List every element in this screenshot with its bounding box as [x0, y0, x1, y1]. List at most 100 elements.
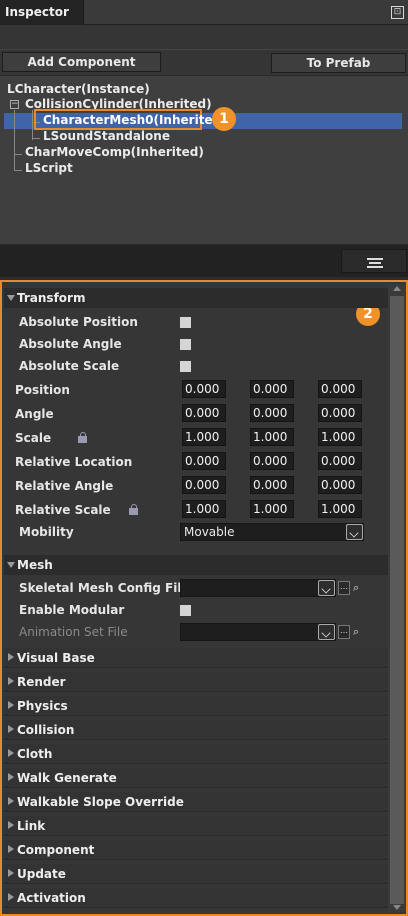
search-icon[interactable]: ⌕ [353, 625, 363, 639]
scale-label: Scale [15, 431, 52, 445]
section-title: Component [17, 843, 95, 857]
relative-angle-z-field[interactable]: 0.000 [318, 476, 362, 494]
relative-angle-y-field[interactable]: 0.000 [250, 476, 294, 494]
section-title: Activation [17, 891, 86, 905]
expand-arrow-icon [7, 562, 15, 568]
absolute-position-checkbox[interactable] [180, 317, 191, 328]
tree-guide-line [32, 138, 40, 139]
position-y-field[interactable]: 0.000 [250, 380, 294, 398]
section-title: Cloth [17, 747, 53, 761]
collapsed-arrow-icon [8, 869, 14, 877]
section-title: Mesh [17, 558, 53, 572]
pin-icon[interactable]: ⊡ [391, 6, 404, 19]
scale-z-field[interactable]: 1.000 [318, 428, 362, 446]
inspector-toolbar: Add Component To Prefab [0, 25, 408, 75]
link-section-header[interactable]: Link [4, 816, 388, 836]
collapsed-arrow-icon [8, 653, 14, 661]
position-x-field[interactable]: 0.000 [182, 380, 226, 398]
relative-scale-lock-icon[interactable] [129, 504, 138, 516]
scroll-up-icon[interactable] [393, 286, 401, 291]
collapse-toggle-icon[interactable]: − [10, 100, 19, 109]
section-title: Visual Base [17, 651, 95, 665]
physics-section-header[interactable]: Physics [4, 696, 388, 716]
walkable-slope-override-section-header[interactable]: Walkable Slope Override [4, 792, 388, 812]
mobility-label: Mobility [19, 525, 74, 539]
toolbar-divider [0, 49, 408, 50]
tree-guide-line [14, 110, 15, 170]
collapsed-arrow-icon [8, 749, 14, 757]
view-toggle-strip [0, 245, 408, 277]
tree-item-lscript[interactable]: LScript [25, 161, 73, 175]
tree-item-character-mesh[interactable]: CharacterMesh0(Inherited) [43, 113, 227, 127]
absolute-angle-checkbox[interactable] [180, 339, 191, 350]
section-title: Render [17, 675, 66, 689]
walk-generate-section-header[interactable]: Walk Generate [4, 768, 388, 788]
collapsed-arrow-icon [8, 797, 14, 805]
section-title: Collision [17, 723, 75, 737]
angle-label: Angle [15, 407, 54, 421]
relative-scale-y-field[interactable]: 1.000 [250, 500, 294, 518]
animation-set-file-dropdown[interactable] [180, 623, 336, 641]
cloth-section-header[interactable]: Cloth [4, 744, 388, 764]
render-section-header[interactable]: Render [4, 672, 388, 692]
chevron-down-icon[interactable] [346, 524, 363, 540]
inspector-titlebar: Inspector ⊡ [0, 0, 408, 25]
scroll-thumb[interactable] [390, 296, 404, 904]
position-label: Position [15, 383, 70, 397]
relative-location-x-field[interactable]: 0.000 [182, 452, 226, 470]
inspector-tab[interactable]: Inspector [0, 0, 84, 25]
absolute-angle-label: Absolute Angle [19, 337, 122, 351]
search-icon[interactable]: ⌕ [353, 581, 363, 595]
relative-scale-x-field[interactable]: 1.000 [182, 500, 226, 518]
relative-angle-label: Relative Angle [15, 479, 114, 493]
mobility-dropdown[interactable]: Movable [180, 523, 364, 541]
to-prefab-button[interactable]: To Prefab [271, 53, 406, 73]
scale-y-field[interactable]: 1.000 [250, 428, 294, 446]
transform-section-header[interactable]: Transform [4, 288, 388, 308]
angle-z-field[interactable]: 0.000 [318, 404, 362, 422]
angle-y-field[interactable]: 0.000 [250, 404, 294, 422]
relative-location-y-field[interactable]: 0.000 [250, 452, 294, 470]
scroll-down-icon[interactable] [393, 905, 401, 910]
scale-x-field[interactable]: 1.000 [182, 428, 226, 446]
relative-angle-x-field[interactable]: 0.000 [182, 476, 226, 494]
update-section-header[interactable]: Update [4, 864, 388, 884]
tree-item-lcharacter[interactable]: LCharacter(Instance) [7, 82, 150, 96]
enable-modular-label: Enable Modular [19, 603, 125, 617]
tree-item-char-move-comp[interactable]: CharMoveComp(Inherited) [25, 145, 204, 159]
section-title: Walk Generate [17, 771, 117, 785]
browse-button[interactable]: … [338, 581, 350, 595]
mobility-value: Movable [184, 525, 235, 539]
collapsed-arrow-icon [8, 845, 14, 853]
absolute-scale-checkbox[interactable] [180, 361, 191, 372]
chevron-down-icon[interactable] [318, 580, 335, 596]
property-panel: 2 Transform Absolute Position Absolute A… [0, 280, 408, 916]
relative-scale-z-field[interactable]: 1.000 [318, 500, 362, 518]
mesh-section-header[interactable]: Mesh [4, 555, 388, 575]
component-section-header[interactable]: Component [4, 840, 388, 860]
skeletal-mesh-config-dropdown[interactable] [180, 579, 336, 597]
scale-lock-icon[interactable] [78, 432, 87, 444]
relative-location-z-field[interactable]: 0.000 [318, 452, 362, 470]
list-view-icon[interactable] [341, 249, 407, 273]
section-title: Update [17, 867, 66, 881]
collision-section-header[interactable]: Collision [4, 720, 388, 740]
visual-base-section-header[interactable]: Visual Base [4, 648, 388, 668]
expand-arrow-icon [7, 295, 15, 301]
position-z-field[interactable]: 0.000 [318, 380, 362, 398]
angle-x-field[interactable]: 0.000 [182, 404, 226, 422]
collapsed-arrow-icon [8, 773, 14, 781]
absolute-position-label: Absolute Position [19, 315, 138, 329]
callout-1-badge: 1 [212, 107, 236, 131]
collapsed-arrow-icon [8, 725, 14, 733]
section-title: Link [17, 819, 46, 833]
browse-button[interactable]: … [338, 625, 350, 639]
add-component-button[interactable]: Add Component [2, 52, 161, 72]
property-scrollbar[interactable] [388, 284, 406, 912]
activation-section-header[interactable]: Activation [4, 888, 388, 908]
collapsed-arrow-icon [8, 821, 14, 829]
component-tree: − LCharacter(Instance) CollisionCylinder… [0, 75, 408, 245]
chevron-down-icon[interactable] [318, 624, 335, 640]
tree-item-sound-standalone[interactable]: LSoundStandalone [43, 129, 170, 143]
enable-modular-checkbox[interactable] [180, 605, 191, 616]
